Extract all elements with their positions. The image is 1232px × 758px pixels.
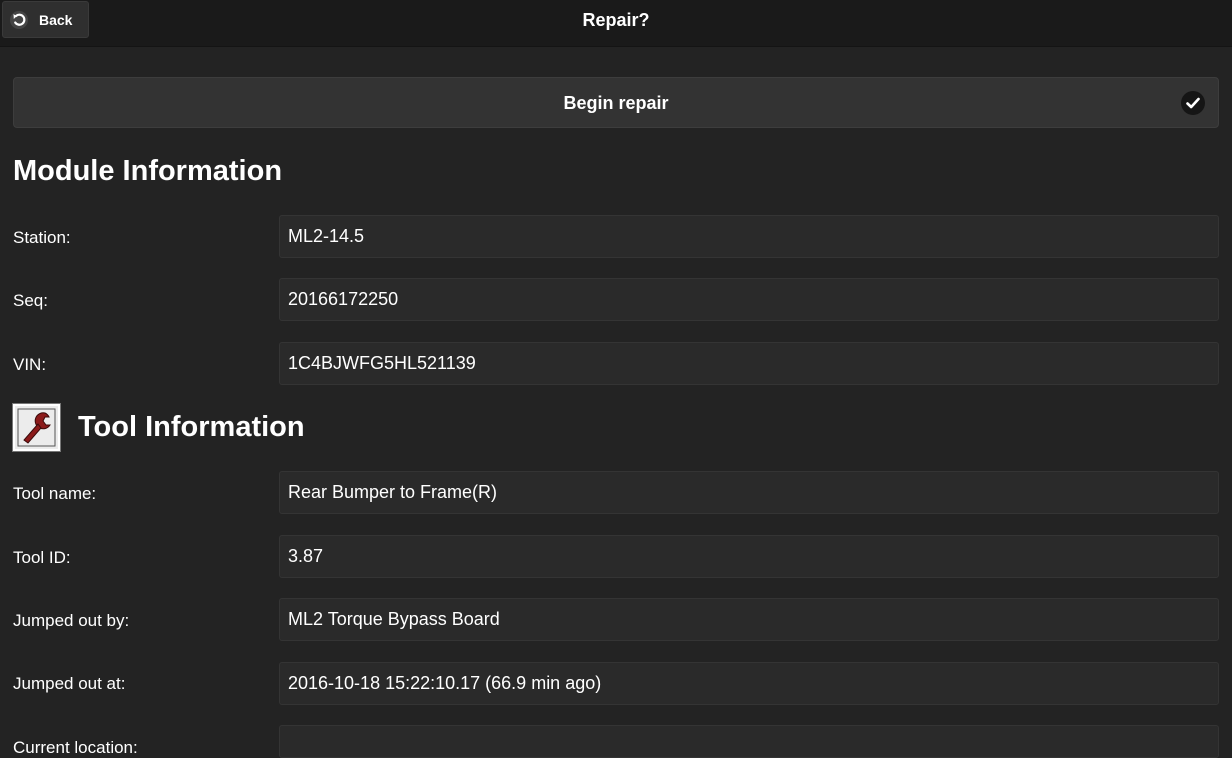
jumped-out-at-field[interactable]: 2016-10-18 15:22:10.17 (66.9 min ago) (279, 662, 1219, 705)
seq-label: Seq: (13, 291, 48, 310)
station-field[interactable]: ML2-14.5 (279, 215, 1219, 258)
top-bar: Back Repair? (0, 0, 1232, 47)
current-location-label: Current location: (13, 738, 138, 757)
current-location-field[interactable] (279, 725, 1219, 758)
begin-repair-label: Begin repair (563, 93, 669, 113)
tool-information-heading: Tool Information (78, 411, 305, 443)
jumped-out-at-label: Jumped out at: (13, 674, 126, 693)
tool-name-label: Tool name: (13, 484, 97, 503)
jumped-out-by-label: Jumped out by: (13, 611, 130, 630)
tool-id-field[interactable]: 3.87 (279, 535, 1219, 578)
jumped-out-by-field[interactable]: ML2 Torque Bypass Board (279, 598, 1219, 641)
tool-name-field[interactable]: Rear Bumper to Frame(R) (279, 471, 1219, 514)
vin-field[interactable]: 1C4BJWFG5HL521139 (279, 342, 1219, 385)
seq-field[interactable]: 20166172250 (279, 278, 1219, 321)
wrench-icon (12, 403, 61, 452)
checkmark-icon (1181, 91, 1205, 115)
vin-label: VIN: (13, 355, 47, 374)
page-title: Repair? (582, 10, 650, 30)
begin-repair-button[interactable]: Begin repair (13, 77, 1219, 128)
module-information-heading: Module Information (13, 155, 283, 187)
tool-id-label: Tool ID: (13, 548, 71, 567)
station-label: Station: (13, 228, 71, 247)
